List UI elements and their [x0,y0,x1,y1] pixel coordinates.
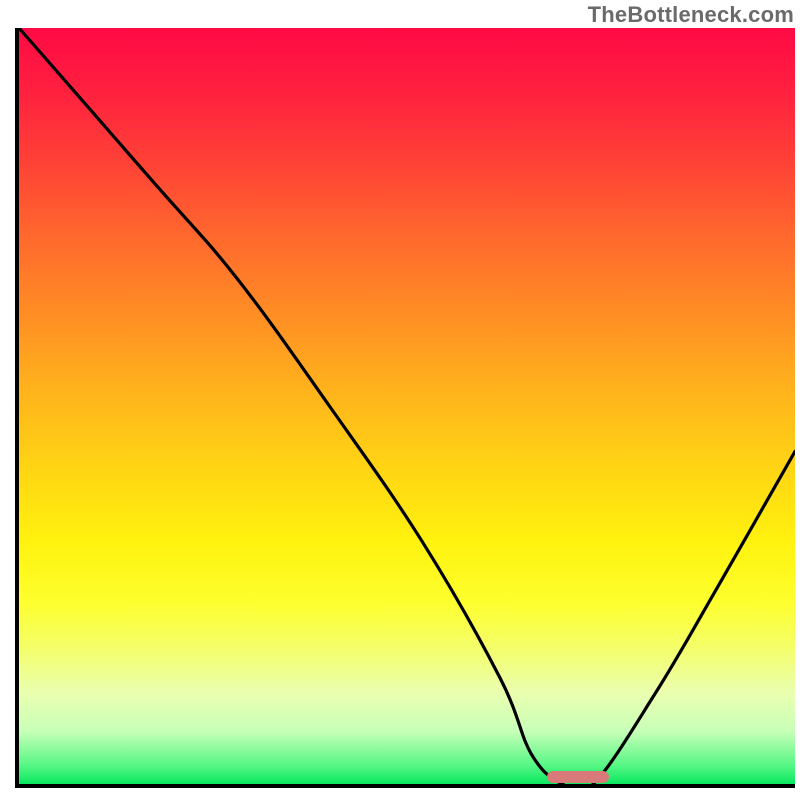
bottleneck-curve [19,28,795,784]
watermark-text: TheBottleneck.com [588,2,794,28]
chart-frame: TheBottleneck.com [0,0,800,800]
curve-path [19,28,795,784]
optimal-marker [547,771,609,783]
plot-area [19,28,795,784]
